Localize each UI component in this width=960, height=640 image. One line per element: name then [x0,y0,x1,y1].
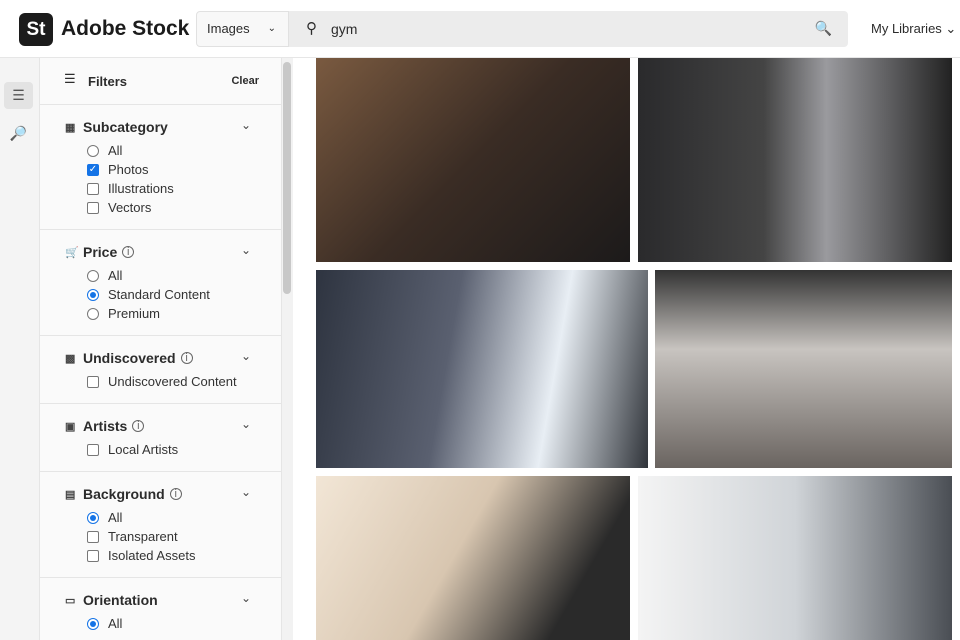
sliders-icon: ☰ [64,71,76,86]
section-title[interactable]: Background [83,486,165,502]
image-result-gym-interior[interactable] [655,270,952,468]
image-result-deadlift[interactable] [316,58,630,262]
section-title[interactable]: Subcategory [83,119,168,135]
chevron-down-icon[interactable]: ⌄ [241,485,251,499]
adobe-stock-logo[interactable]: St [19,13,53,46]
info-icon[interactable]: i [169,488,182,500]
chevron-down-icon[interactable]: ⌄ [241,591,251,605]
visual-search-rail-icon[interactable]: 🔎 [4,120,33,147]
artists-section: ▣ Artists i ⌄ Local Artists [40,404,281,472]
background-section: ▤ Background i ⌄ All Transparent Isolated … [40,472,281,578]
brand-name[interactable]: Adobe Stock [61,17,189,41]
header: St Adobe Stock Images ⌄ ⚲ gym 🔍 My Librar… [0,0,960,58]
orientation-icon: ▭ [65,594,76,607]
chevron-down-icon: ⌄ [267,23,276,34]
section-title[interactable]: Orientation [83,592,158,608]
info-icon[interactable]: i [180,352,193,364]
subcategory-section: ▦ Subcategory ⌄ All ✓ Photos Illustrations… [40,105,281,230]
section-title[interactable]: Artists [83,418,127,434]
option-isolated-assets[interactable]: Isolated Assets [40,546,281,565]
search-icon: ⚲ [306,20,317,37]
orientation-section: ▭ Orientation ⌄ All [40,578,281,640]
asset-type-select[interactable]: Images ⌄ [196,11,289,47]
chevron-down-icon[interactable]: ⌄ [241,118,251,132]
search-input[interactable]: ⚲ gym 🔍 [289,11,848,47]
image-result-lat-pulldown[interactable] [638,58,952,262]
chevron-down-icon[interactable]: ⌄ [241,349,251,363]
image-result-cardio-room[interactable] [638,476,952,640]
chevron-down-icon: ⌄ [945,21,957,36]
image-result-dumbbells-bright[interactable] [316,476,630,640]
chevron-down-icon[interactable]: ⌄ [241,243,251,257]
option-illustrations[interactable]: Illustrations [40,179,281,198]
option-all[interactable]: All [40,614,281,633]
image-icon: ▤ [65,488,76,501]
option-premium[interactable]: Premium [40,304,281,323]
undiscovered-section: ▩ Undiscovered i ⌄ Undiscovered Content [40,336,281,404]
scrollbar-thumb[interactable] [283,62,291,294]
info-icon[interactable]: i [132,420,145,432]
filters-title: Filters [88,74,128,89]
chevron-down-icon[interactable]: ⌄ [241,417,251,431]
option-all[interactable]: All [40,266,281,285]
filters-toggle-icon[interactable]: ☰ [4,82,33,109]
option-undiscovered-content[interactable]: Undiscovered Content [40,372,281,391]
my-libraries-label: My Libraries [871,21,942,36]
option-vectors[interactable]: Vectors [40,198,281,217]
clear-filters-button[interactable]: Clear [231,75,259,87]
filters-panel: ☰ Filters Clear ▦ Subcategory ⌄ All ✓ Phot… [40,58,282,640]
section-title[interactable]: Price [83,244,117,260]
undiscovered-icon: ▩ [65,352,76,365]
grid-icon: ▦ [65,121,76,134]
image-result-dumbbell-rack[interactable] [316,270,648,468]
asset-type-value: Images [207,21,250,36]
option-photos[interactable]: ✓ Photos [40,160,281,179]
my-libraries-menu[interactable]: My Libraries ⌄ [871,21,956,37]
option-all[interactable]: All [40,508,281,527]
search-query: gym [331,21,358,37]
artist-icon: ▣ [65,420,76,433]
visual-search-icon[interactable]: 🔍 [815,20,832,37]
section-title[interactable]: Undiscovered [83,350,176,366]
option-transparent[interactable]: Transparent [40,527,281,546]
left-rail: ☰ 🔎 [0,58,40,640]
price-section: 🛒 Price i ⌄ All Standard Content Premium [40,230,281,336]
cart-icon: 🛒 [65,246,79,259]
info-icon[interactable]: i [122,246,135,258]
option-standard[interactable]: Standard Content [40,285,281,304]
option-local-artists[interactable]: Local Artists [40,440,281,459]
option-all[interactable]: All [40,141,281,160]
